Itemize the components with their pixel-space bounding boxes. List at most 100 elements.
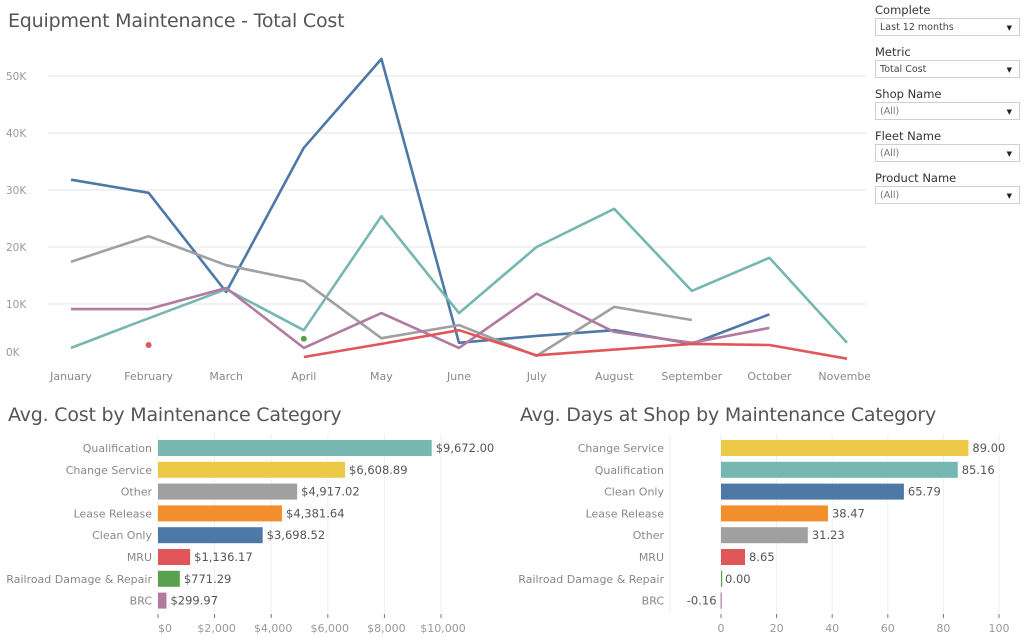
bar: [158, 592, 167, 609]
bar: [158, 461, 346, 478]
dropdown-caret-icon: ▼: [1006, 24, 1012, 32]
x-tick-label: July: [526, 370, 547, 383]
dropdown-value: Total Cost: [880, 64, 927, 75]
category-label: Change Service: [66, 464, 152, 477]
category-label: MRU: [639, 551, 664, 564]
filter-label: Fleet Name: [875, 129, 942, 143]
filter-product-name: Product Name (All) ▼: [875, 170, 1020, 204]
category-label: Lease Release: [586, 507, 665, 520]
category-label: Other: [633, 529, 665, 542]
x-tick-label: $6,000: [311, 622, 350, 635]
days-bar-chart: 0 20 40 60 80 100 Change Service 89.00 Qualifica…: [518, 434, 1010, 635]
category-label: Railroad Damage & Repair: [6, 573, 152, 586]
y-tick-label: 50K: [6, 71, 27, 83]
cost-bar-chart: $0 $2,000 $4,000 $6,000 $8,000 $10,000 Qualifi…: [6, 434, 495, 635]
filter-panel: Complete Last 12 months ▼ Metric Total Co…: [875, 2, 1020, 212]
value-label: $9,672.00: [436, 441, 495, 455]
y-tick-label: 20K: [6, 242, 27, 254]
x-tick-label: February: [124, 370, 173, 383]
dropdown-caret-icon: ▼: [1006, 108, 1012, 116]
value-label: 8.65: [749, 550, 775, 564]
x-tick-label: 60: [881, 622, 895, 635]
category-label: Lease Release: [74, 507, 153, 520]
value-label: $299.97: [170, 594, 218, 608]
x-tick-label: 80: [936, 622, 950, 635]
value-label: 38.47: [832, 506, 865, 520]
bar: [158, 570, 180, 587]
filter-label: Metric: [875, 45, 911, 59]
filter-label: Shop Name: [875, 87, 942, 101]
series-point: [300, 335, 307, 342]
x-tick-label: 0: [718, 622, 725, 635]
category-label: Qualification: [83, 442, 152, 455]
value-label: 89.00: [972, 441, 1005, 455]
value-label: $4,917.02: [301, 485, 360, 499]
value-label: $3,698.52: [267, 528, 326, 542]
filter-label: Product Name: [875, 171, 957, 185]
value-label: 85.16: [962, 463, 995, 477]
x-tick-label: May: [370, 370, 393, 383]
line-chart: 0K 10K 20K 30K 40K 50K January February March Apr…: [6, 57, 870, 383]
category-label: BRC: [642, 595, 665, 608]
x-tick-label: April: [291, 370, 316, 383]
product-name-dropdown[interactable]: (All) ▼: [875, 186, 1020, 204]
x-tick-label: October: [747, 370, 791, 383]
dropdown-caret-icon: ▼: [1006, 150, 1012, 158]
filter-label: Complete: [875, 3, 931, 17]
x-tick-label: 100: [989, 622, 1010, 635]
dropdown-value: (All): [880, 106, 900, 117]
bar: [158, 483, 298, 500]
bar: [721, 440, 969, 456]
value-label: 31.23: [812, 528, 845, 542]
bar: [158, 440, 432, 456]
category-label: MRU: [127, 551, 152, 564]
filter-fleet-name: Fleet Name (All) ▼: [875, 128, 1020, 162]
series-point: [145, 342, 152, 348]
dropdown-value: (All): [880, 190, 900, 201]
x-tick-label: June: [446, 370, 471, 383]
value-label: 65.79: [908, 485, 941, 499]
x-tick-label: $0: [158, 622, 172, 635]
bar: [158, 549, 191, 565]
category-label: Clean Only: [604, 486, 664, 499]
bar: [721, 549, 746, 565]
x-tick-label: November: [818, 370, 870, 383]
dropdown-caret-icon: ▼: [1006, 66, 1012, 74]
x-tick-label: $8,000: [367, 622, 406, 635]
series-line: [70, 234, 693, 358]
metric-dropdown[interactable]: Total Cost ▼: [875, 60, 1020, 78]
filter-metric: Metric Total Cost ▼: [875, 44, 1020, 78]
bar: [721, 570, 723, 587]
bar: [720, 592, 722, 609]
value-label: $6,608.89: [349, 463, 408, 477]
x-tick-label: $10,000: [420, 622, 466, 635]
x-tick-label: $4,000: [254, 622, 293, 635]
bar: [721, 505, 828, 522]
value-label: $4,381.64: [286, 506, 345, 520]
cost-chart-title: Avg. Cost by Maintenance Category: [8, 404, 342, 426]
x-tick-label: 40: [825, 622, 839, 635]
complete-dropdown[interactable]: Last 12 months ▼: [875, 18, 1020, 36]
filter-complete: Complete Last 12 months ▼: [875, 2, 1020, 36]
dropdown-value: Last 12 months: [880, 22, 954, 33]
category-label: Clean Only: [92, 529, 152, 542]
value-label: $1,136.17: [194, 550, 253, 564]
x-tick-label: August: [595, 370, 634, 383]
x-tick-label: January: [49, 370, 92, 383]
days-chart-title: Avg. Days at Shop by Maintenance Categor…: [520, 404, 937, 426]
category-label: Qualification: [595, 464, 664, 477]
fleet-name-dropdown[interactable]: (All) ▼: [875, 144, 1020, 162]
category-label: BRC: [130, 595, 153, 608]
bar: [721, 461, 958, 478]
bar: [721, 483, 904, 500]
value-label: $771.29: [184, 572, 232, 586]
y-tick-label: 0K: [6, 347, 21, 359]
value-label: 0.00: [725, 572, 751, 586]
y-tick-label: 40K: [6, 128, 27, 140]
x-tick-label: September: [661, 370, 722, 383]
series-line: [303, 328, 848, 360]
value-label: -0.16: [687, 594, 717, 608]
dropdown-value: (All): [880, 148, 900, 159]
x-tick-label: $2,000: [197, 622, 236, 635]
shop-name-dropdown[interactable]: (All) ▼: [875, 102, 1020, 120]
